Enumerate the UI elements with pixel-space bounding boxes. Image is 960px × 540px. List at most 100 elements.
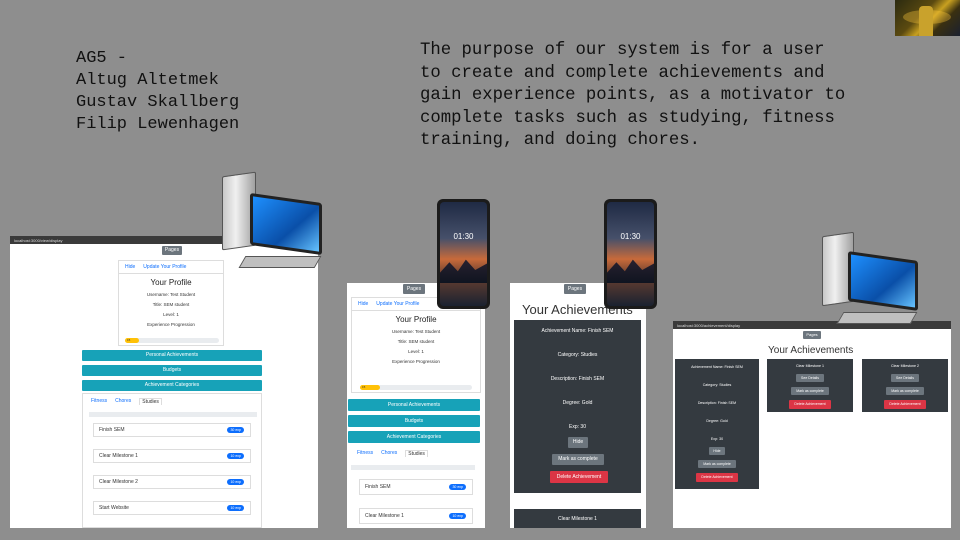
exp-badge: 10 exp: [227, 479, 244, 485]
experience-progress: 15: [360, 385, 472, 390]
exp-badge: 30 exp: [227, 427, 244, 433]
exp-badge: 10 exp: [449, 513, 466, 519]
achievement-card: Clear Milestone 2 See Details Mark as co…: [862, 359, 948, 412]
game-avatar-icon: [895, 0, 960, 36]
task-item[interactable]: Finish SEM 30 exp: [93, 423, 251, 437]
category-panel: Fitness Chores Studies Finish SEM 30 exp…: [82, 393, 262, 528]
achievement-category: Category: Studies: [557, 352, 598, 358]
team-line: Gustav Skallberg: [76, 93, 240, 112]
desktop-computer-icon: [820, 230, 932, 342]
pages-button[interactable]: Pages: [564, 284, 586, 294]
task-name: Finish SEM: [365, 484, 391, 490]
delete-achievement-button[interactable]: Delete Achievement: [789, 400, 831, 409]
task-item[interactable]: Clear Milestone 1 10 exp: [359, 508, 473, 524]
pages-button[interactable]: Pages: [403, 284, 425, 294]
profile-card: Hide Update Your Profile Your Profile Us…: [118, 260, 224, 346]
see-details-button[interactable]: See Details: [891, 374, 919, 382]
pages-button[interactable]: Pages: [803, 331, 821, 339]
purpose-line: to create and complete achievements and: [420, 63, 825, 83]
task-name: Finish SEM: [99, 427, 125, 433]
experience-label: Experience Progression: [392, 359, 440, 364]
achievement-degree: Degree: Gold: [706, 419, 728, 423]
team-line: Altug Altetmek: [76, 71, 219, 90]
achievement-name: Achievement Name: Finish SEM: [691, 365, 743, 369]
delete-achievement-button[interactable]: Delete Achievement: [884, 400, 926, 409]
profile-card: Hide Update Your Profile Your Profile Us…: [351, 297, 481, 393]
achievement-card: Achievement Name: Finish SEM Category: S…: [675, 359, 759, 489]
mark-complete-button[interactable]: Mark as complete: [886, 387, 924, 395]
purpose-line: The purpose of our system is for a user: [420, 41, 825, 60]
hide-link[interactable]: Hide: [358, 301, 368, 307]
budgets-button[interactable]: Budgets: [82, 365, 262, 376]
achievement-description: Description: Finish SEM: [550, 376, 605, 382]
budgets-button[interactable]: Budgets: [348, 415, 480, 427]
pages-button[interactable]: Pages: [162, 246, 182, 255]
smartphone-icon: 01:30: [604, 199, 657, 309]
smartphone-icon: 01:30: [437, 199, 490, 309]
purpose-text: The purpose of our system is for a user …: [420, 40, 950, 153]
phone-clock: 01:30: [620, 232, 641, 241]
tab-studies[interactable]: Studies: [405, 450, 428, 457]
mobile-achievements-screenshot: Pages Your Achievements Achievement Name…: [510, 283, 646, 528]
tab-studies[interactable]: Studies: [139, 398, 162, 405]
mark-complete-button[interactable]: Mark as complete: [552, 454, 604, 465]
exp-badge: 10 exp: [227, 453, 244, 459]
purpose-line: training, and doing chores.: [420, 131, 701, 150]
category-tabs: Fitness Chores Studies: [357, 450, 428, 457]
achievement-categories-button[interactable]: Achievement Categories: [348, 431, 480, 443]
hide-link[interactable]: Hide: [125, 264, 135, 270]
achievement-card: Clear Milestone 1 See Details Mark as co…: [767, 359, 853, 412]
see-details-button[interactable]: See Details: [796, 374, 824, 382]
delete-achievement-button[interactable]: Delete Achievement: [696, 473, 738, 482]
exp-badge: 10 exp: [227, 505, 244, 511]
username-text: Username: Test Student: [146, 292, 196, 297]
personal-achievements-button[interactable]: Personal Achievements: [348, 399, 480, 411]
progress-fill: 15: [360, 385, 381, 390]
title-text: Title: SEM student: [397, 339, 435, 344]
progress-fill: 15: [125, 338, 140, 343]
task-name: Clear Milestone 2: [99, 479, 138, 485]
achievement-categories-button[interactable]: Achievement Categories: [82, 380, 262, 391]
achievement-name: Clear Milestone 1: [558, 516, 597, 522]
personal-achievements-button[interactable]: Personal Achievements: [82, 350, 262, 361]
achievement-name: Clear Milestone 1: [796, 364, 824, 368]
mark-complete-button[interactable]: Mark as complete: [698, 460, 736, 468]
hide-button[interactable]: Hide: [709, 447, 725, 455]
purpose-line: complete tasks such as studying, fitness: [420, 108, 835, 128]
progress-track: [351, 465, 475, 470]
task-item[interactable]: Clear Milestone 2 10 exp: [93, 475, 251, 489]
achievement-name: Achievement Name: Finish SEM: [541, 328, 614, 334]
tab-chores[interactable]: Chores: [115, 398, 131, 405]
achievement-card: Achievement Name: Finish SEM Category: S…: [514, 320, 641, 493]
username-text: Username: Test Student: [391, 329, 441, 334]
purpose-line: gain experience points, as a motivator t…: [420, 86, 846, 105]
achievement-degree: Degree: Gold: [562, 400, 593, 406]
profile-tabs: Hide Update Your Profile: [119, 261, 223, 274]
tab-chores[interactable]: Chores: [381, 450, 397, 457]
update-profile-link[interactable]: Update Your Profile: [376, 301, 419, 307]
task-item[interactable]: Start Website 10 exp: [93, 501, 251, 515]
task-name: Start Website: [99, 505, 129, 511]
profile-title: Your Profile: [150, 278, 192, 287]
tab-fitness[interactable]: Fitness: [91, 398, 107, 405]
task-name: Clear Milestone 1: [99, 453, 138, 459]
desktop-computer-icon: [220, 170, 335, 285]
task-name: Clear Milestone 1: [365, 513, 404, 519]
mark-complete-button[interactable]: Mark as complete: [791, 387, 829, 395]
exp-badge: 30 exp: [449, 484, 466, 490]
url-text: localhost:3000/view/display: [14, 237, 63, 243]
achievement-exp: Exp: 30: [710, 437, 724, 441]
experience-label: Experience Progression: [147, 322, 195, 327]
achievement-description: Description: Finish SEM: [697, 401, 737, 405]
hide-button[interactable]: Hide: [568, 437, 588, 448]
task-item[interactable]: Finish SEM 30 exp: [359, 479, 473, 495]
achievement-category: Category: Studies: [702, 383, 732, 387]
update-profile-link[interactable]: Update Your Profile: [143, 264, 186, 270]
phone-clock: 01:30: [453, 232, 474, 241]
task-item[interactable]: Clear Milestone 1 10 exp: [93, 449, 251, 463]
tab-fitness[interactable]: Fitness: [357, 450, 373, 457]
mobile-profile-screenshot: Pages Hide Update Your Profile Your Prof…: [347, 283, 485, 528]
delete-achievement-button[interactable]: Delete Achievement: [550, 471, 608, 483]
title-text: Title: SEM student: [152, 302, 190, 307]
desktop-achievements-screenshot: localhost:3000/achievement/display Pages…: [673, 321, 951, 528]
